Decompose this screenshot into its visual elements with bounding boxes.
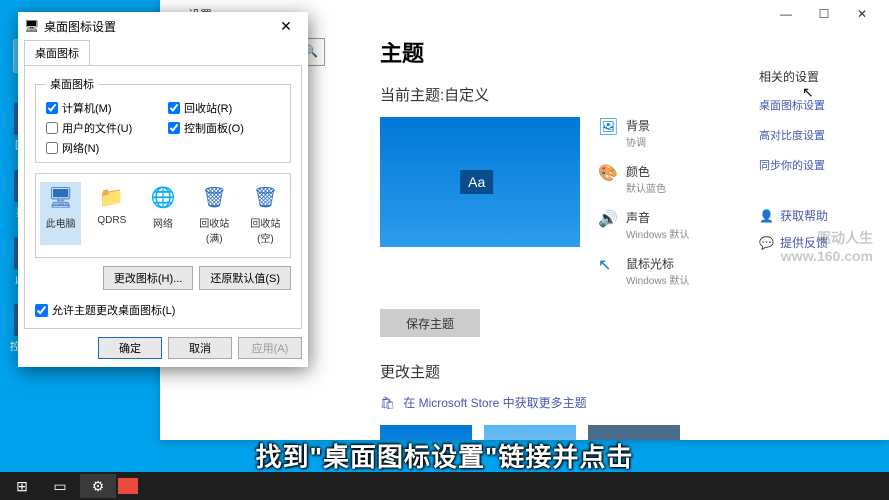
cursor-icon: ↖ [598, 255, 616, 273]
icon-thispc[interactable]: 🖥此电脑 [40, 182, 81, 245]
store-link[interactable]: 🛍在 Microsoft Store 中获取更多主题 [380, 394, 759, 411]
change-theme-heading: 更改主题 [380, 361, 759, 382]
checkbox-computer[interactable]: 计算机(M) [46, 100, 158, 116]
change-icon-button[interactable]: 更改图标(H)... [103, 266, 193, 290]
tab-desktop-icons[interactable]: 桌面图标 [24, 40, 90, 65]
desktop-icon-dialog: 🖥 桌面图标设置 ✕ 桌面图标 桌面图标 计算机(M) 回收站(R) 用户的文件… [18, 12, 308, 367]
computer-icon: 🖥 [46, 182, 76, 212]
theme-preview[interactable] [380, 117, 580, 247]
sound-option[interactable]: 🔊声音Windows 默认 [598, 209, 759, 241]
icon-qdrs[interactable]: 📁QDRS [91, 182, 132, 245]
palette-icon: 🎨 [598, 163, 616, 181]
icon-network[interactable]: 🌐网络 [142, 182, 183, 245]
restore-default-button[interactable]: 还原默认值(S) [199, 266, 291, 290]
trash-empty-icon: 🗑 [250, 182, 280, 212]
taskbar[interactable]: ⊞ ▭ ⚙ [0, 472, 889, 500]
color-option[interactable]: 🎨颜色默认蓝色 [598, 163, 759, 195]
close-icon[interactable]: ✕ [270, 18, 302, 35]
dialog-title: 桌面图标设置 [44, 18, 116, 35]
apply-button[interactable]: 应用(A) [238, 337, 302, 359]
network-icon: 🌐 [148, 182, 178, 212]
cancel-button[interactable]: 取消 [168, 337, 232, 359]
checkbox-network[interactable]: 网络(N) [46, 140, 158, 156]
folder-icon: 📁 [97, 182, 127, 212]
get-help-link[interactable]: 👤获取帮助 [759, 207, 869, 224]
minimize-icon[interactable]: — [767, 7, 805, 21]
picture-icon: 🖼 [598, 117, 616, 135]
dialog-title-bar[interactable]: 🖥 桌面图标设置 ✕ [18, 12, 308, 40]
speaker-icon: 🔊 [598, 209, 616, 227]
current-theme-heading: 当前主题:自定义 [380, 84, 759, 105]
help-icon: 👤 [759, 209, 774, 223]
desktop-icon-settings-link[interactable]: 桌面图标设置 [759, 97, 869, 113]
feedback-icon: 💬 [759, 236, 774, 250]
close-icon[interactable]: ✕ [843, 7, 881, 21]
icon-recycle-empty[interactable]: 🗑回收站(空) [245, 182, 286, 245]
cursor-option[interactable]: ↖鼠标光标Windows 默认 [598, 255, 759, 287]
taskbar-app[interactable] [118, 478, 138, 494]
maximize-icon[interactable]: ☐ [805, 7, 843, 21]
allow-theme-checkbox[interactable]: 允许主题更改桌面图标(L) [35, 296, 291, 318]
related-heading: 相关的设置 [759, 68, 869, 85]
start-button[interactable]: ⊞ [4, 474, 40, 498]
watermark: 驱动人生 www.160.com [781, 228, 873, 264]
fieldset-legend: 桌面图标 [46, 76, 98, 92]
icon-recycle-full[interactable]: 🗑回收站(满) [194, 182, 235, 245]
taskview-button[interactable]: ▭ [42, 474, 78, 498]
ok-button[interactable]: 确定 [98, 337, 162, 359]
checkbox-recycle[interactable]: 回收站(R) [168, 100, 280, 116]
sync-link[interactable]: 同步你的设置 [759, 157, 869, 173]
checkbox-controlpanel[interactable]: 控制面板(O) [168, 120, 280, 136]
save-theme-button[interactable]: 保存主题 [380, 309, 480, 337]
page-title: 主题 [380, 36, 759, 68]
video-subtitle: 找到"桌面图标设置"链接并点击 [0, 437, 889, 474]
store-icon: 🛍 [380, 396, 395, 410]
trash-full-icon: 🗑 [199, 182, 229, 212]
high-contrast-link[interactable]: 高对比度设置 [759, 127, 869, 143]
dialog-icon: 🖥 [24, 19, 38, 33]
checkbox-userfiles[interactable]: 用户的文件(U) [46, 120, 158, 136]
background-option[interactable]: 🖼背景协调 [598, 117, 759, 149]
taskbar-settings[interactable]: ⚙ [80, 474, 116, 498]
